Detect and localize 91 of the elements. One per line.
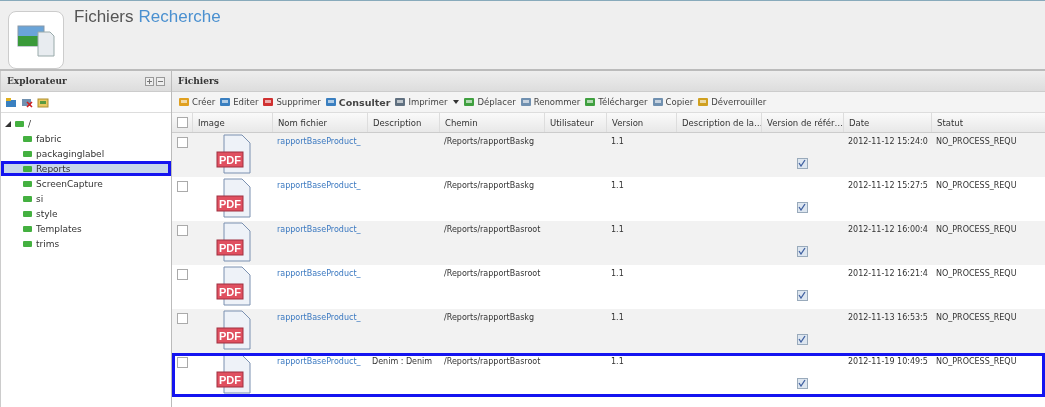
tree-item[interactable]: ScreenCapture bbox=[1, 176, 171, 191]
table-row[interactable]: PDF rapportBaseProduct_ /Reports/rapportBaskg 1.1 2012-11-13 16:53:5 NO_PROCESS_REQU bbox=[172, 309, 1045, 353]
tree-item[interactable]: Reports bbox=[1, 161, 171, 176]
toolbar-button[interactable]: Télécharger bbox=[584, 96, 648, 108]
toolbar-icon[interactable] bbox=[394, 96, 407, 108]
status-text: NO_PROCESS_REQU bbox=[936, 137, 1017, 146]
collapse-icon[interactable] bbox=[156, 76, 165, 86]
page-title: Fichiers bbox=[74, 7, 134, 27]
column-header[interactable]: Image bbox=[192, 113, 272, 132]
tree-item[interactable]: / bbox=[1, 116, 171, 131]
row-checkbox[interactable] bbox=[176, 225, 188, 236]
toolbar-button[interactable]: Renommer bbox=[519, 96, 581, 108]
row-checkbox[interactable] bbox=[176, 313, 188, 324]
column-header[interactable]: Description de la… bbox=[676, 113, 761, 132]
status-text: NO_PROCESS_REQU bbox=[936, 181, 1017, 190]
status-text: NO_PROCESS_REQU bbox=[936, 313, 1017, 322]
caret-icon[interactable] bbox=[453, 100, 460, 104]
table-row[interactable]: PDF rapportBaseProduct_ /Reports/rapportBaskg 1.1 2012-11-12 15:24:0 NO_PROCESS_REQU bbox=[172, 133, 1045, 177]
table-row[interactable]: PDF rapportBaseProduct_ /Reports/rapportBasroot 1.1 2012-11-12 16:00:4 NO_PROCESS_REQU bbox=[172, 221, 1045, 265]
toolbar-icon[interactable] bbox=[584, 96, 597, 108]
path-text: /Reports/rapportBaskg bbox=[444, 313, 534, 322]
column-header[interactable]: Description bbox=[367, 113, 439, 132]
date-text: 2012-11-12 15:24:0 bbox=[848, 137, 928, 146]
select-all-checkbox[interactable] bbox=[176, 117, 188, 128]
description-text: Denim : Denim bbox=[372, 357, 433, 366]
date-text: 2012-11-13 16:53:5 bbox=[848, 313, 928, 322]
tree-item[interactable]: fabric bbox=[1, 131, 171, 146]
file-name-link[interactable]: rapportBaseProduct_ bbox=[277, 137, 361, 146]
toolbar-button[interactable]: Déplacer bbox=[463, 96, 516, 108]
toolbar-button[interactable]: Imprimer bbox=[394, 96, 460, 108]
path-text: /Reports/rapportBasroot bbox=[444, 225, 541, 234]
date-text: 2012-11-12 16:21:4 bbox=[848, 269, 928, 278]
toolbar-button[interactable]: Supprimer bbox=[262, 96, 321, 108]
row-checkbox[interactable] bbox=[176, 357, 188, 368]
page-title-accent: Recherche bbox=[138, 7, 221, 27]
path-text: /Reports/rapportBasroot bbox=[444, 269, 541, 278]
toolbar-icon[interactable] bbox=[262, 96, 275, 108]
version-text: 1.1 bbox=[611, 357, 624, 366]
date-text: 2012-11-12 15:27:5 bbox=[848, 181, 928, 190]
version-text: 1.1 bbox=[611, 269, 624, 278]
column-header[interactable]: Version de référ… bbox=[761, 113, 843, 132]
tree-item[interactable]: si bbox=[1, 191, 171, 206]
status-text: NO_PROCESS_REQU bbox=[936, 269, 1017, 278]
date-text: 2012-11-12 16:00:4 bbox=[848, 225, 928, 234]
version-text: 1.1 bbox=[611, 181, 624, 190]
date-text: 2012-11-19 10:49:5 bbox=[848, 357, 928, 366]
status-text: NO_PROCESS_REQU bbox=[936, 225, 1017, 234]
toolbar-button[interactable]: Consulter bbox=[324, 96, 391, 108]
folders-icon[interactable] bbox=[37, 96, 49, 108]
version-text: 1.1 bbox=[611, 137, 624, 146]
path-text: /Reports/rapportBaskg bbox=[444, 181, 534, 190]
tree-item[interactable]: packaginglabel bbox=[1, 146, 171, 161]
toolbar-button[interactable]: Editer bbox=[219, 96, 259, 108]
tree-item[interactable]: trims bbox=[1, 236, 171, 251]
panel-title: Explorateur bbox=[7, 76, 67, 86]
toolbar-icon[interactable] bbox=[519, 96, 532, 108]
toolbar-icon[interactable] bbox=[219, 96, 232, 108]
toolbar-icon[interactable] bbox=[697, 96, 710, 108]
column-header[interactable]: Utilisateur bbox=[544, 113, 606, 132]
row-checkbox[interactable] bbox=[176, 137, 188, 148]
row-checkbox[interactable] bbox=[176, 269, 188, 280]
version-text: 1.1 bbox=[611, 225, 624, 234]
file-name-link[interactable]: rapportBaseProduct_ bbox=[277, 357, 361, 366]
column-header[interactable]: Version bbox=[606, 113, 676, 132]
column-header[interactable]: Nom fichier bbox=[272, 113, 367, 132]
toolbar-button[interactable]: Déverrouiller bbox=[697, 96, 767, 108]
file-name-link[interactable]: rapportBaseProduct_ bbox=[277, 181, 361, 190]
table-row[interactable]: PDF rapportBaseProduct_ Denim : Denim /Reports/rapportBasroot 1.1 2012-11-19 10:49:5 NO_PROCESS_REQU bbox=[172, 353, 1045, 397]
column-header[interactable]: Statut bbox=[931, 113, 1045, 132]
column-header[interactable]: Chemin bbox=[439, 113, 544, 132]
toolbar-icon[interactable] bbox=[324, 96, 337, 108]
file-name-link[interactable]: rapportBaseProduct_ bbox=[277, 225, 361, 234]
expand-toggle-icon[interactable] bbox=[5, 120, 11, 127]
file-name-link[interactable]: rapportBaseProduct_ bbox=[277, 269, 361, 278]
toolbar-icon[interactable] bbox=[651, 96, 664, 108]
status-text: NO_PROCESS_REQU bbox=[936, 357, 1017, 366]
toolbar-button[interactable]: Copier bbox=[651, 96, 694, 108]
toolbar-icon[interactable] bbox=[178, 96, 190, 108]
file-name-link[interactable]: rapportBaseProduct_ bbox=[277, 313, 361, 322]
path-text: /Reports/rapportBasroot bbox=[444, 357, 541, 366]
tree-item[interactable]: Templates bbox=[1, 221, 171, 236]
toolbar-button[interactable]: Créer bbox=[178, 96, 216, 108]
new-folder-icon[interactable] bbox=[5, 96, 17, 108]
tree-item[interactable]: style bbox=[1, 206, 171, 221]
delete-folder-icon[interactable] bbox=[21, 96, 33, 108]
version-text: 1.1 bbox=[611, 313, 624, 322]
row-checkbox[interactable] bbox=[176, 181, 188, 192]
column-header[interactable]: Date bbox=[843, 113, 931, 132]
panel-title: Fichiers bbox=[178, 76, 219, 86]
expand-icon[interactable] bbox=[145, 76, 154, 86]
path-text: /Reports/rapportBaskg bbox=[444, 137, 534, 146]
